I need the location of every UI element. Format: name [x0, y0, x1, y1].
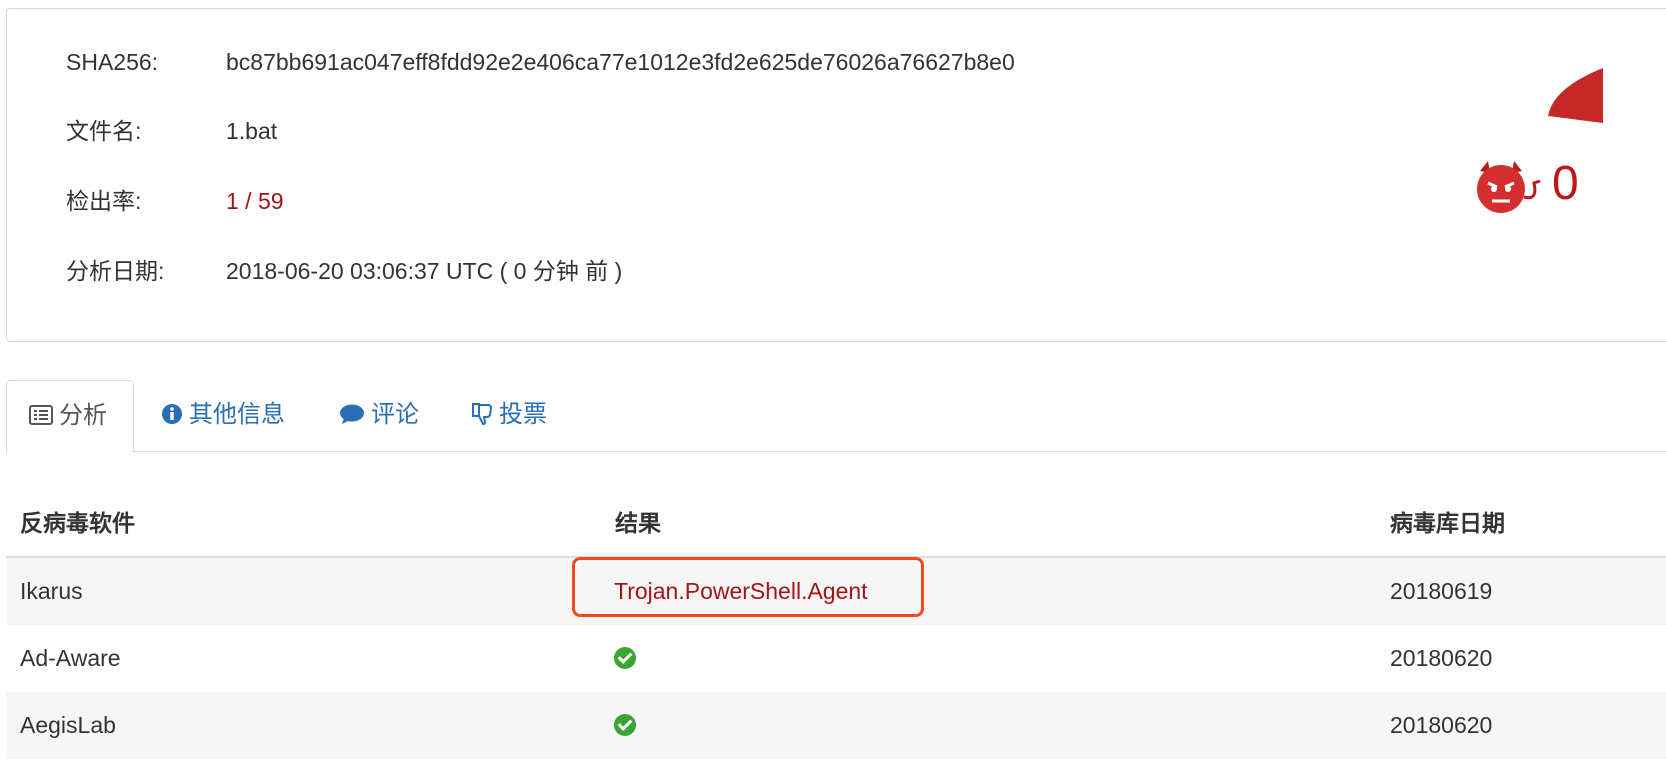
tab-bar: 分析 其他信息 评论 投票	[6, 380, 1666, 453]
thumbs-down-icon	[472, 402, 493, 425]
db-date: 20180620	[1390, 645, 1493, 671]
tab-vote-label: 投票	[499, 401, 547, 428]
tab-comments-label: 评论	[371, 401, 419, 428]
tab-other-info-label: 其他信息	[189, 401, 285, 428]
db-date: 20180619	[1390, 578, 1493, 604]
header-db-date: 病毒库日期	[1390, 510, 1505, 536]
analysis-date-value: 2018-06-20 03:06:37 UTC ( 0 分钟 前 )	[226, 258, 623, 284]
sha256-value: bc87bb691ac047eff8fdd92e2e406ca77e1012e3…	[226, 49, 1015, 75]
tab-analysis-label: 分析	[59, 402, 107, 429]
tab-other-info[interactable]: 其他信息	[161, 380, 285, 450]
header-result: 结果	[615, 510, 661, 536]
header-engine: 反病毒软件	[20, 510, 135, 536]
result-highlight-box	[572, 557, 924, 617]
check-circle-icon	[614, 646, 636, 669]
engine-name: Ad-Aware	[20, 645, 121, 671]
sha256-label: SHA256:	[66, 49, 159, 75]
db-date: 20180620	[1390, 712, 1493, 738]
clean-result	[614, 692, 636, 759]
list-icon	[29, 404, 53, 425]
score-gauge	[1548, 68, 1603, 123]
detection-rate-value: 1 / 59	[226, 188, 284, 214]
filename-label: 文件名:	[66, 118, 142, 144]
clean-result	[614, 625, 636, 692]
tab-analysis[interactable]: 分析	[6, 380, 134, 453]
tab-vote[interactable]: 投票	[471, 380, 547, 450]
info-circle-icon	[162, 403, 182, 424]
check-circle-icon	[614, 713, 636, 736]
analysis-date-label: 分析日期:	[66, 258, 165, 284]
table-row: Ad-Aware 20180620	[6, 625, 1666, 692]
devil-face-icon	[1477, 161, 1541, 213]
file-info-panel: SHA256: bc87bb691ac047eff8fdd92e2e406ca7…	[6, 8, 1666, 342]
engine-name: AegisLab	[20, 712, 116, 738]
tab-comments[interactable]: 评论	[339, 380, 419, 450]
table-row: AegisLab 20180620	[6, 692, 1666, 759]
score-number: 0	[1552, 157, 1579, 210]
comment-icon	[340, 404, 364, 424]
filename-value: 1.bat	[226, 118, 278, 144]
engine-name: Ikarus	[20, 578, 83, 604]
detection-label: 检出率:	[66, 188, 142, 214]
